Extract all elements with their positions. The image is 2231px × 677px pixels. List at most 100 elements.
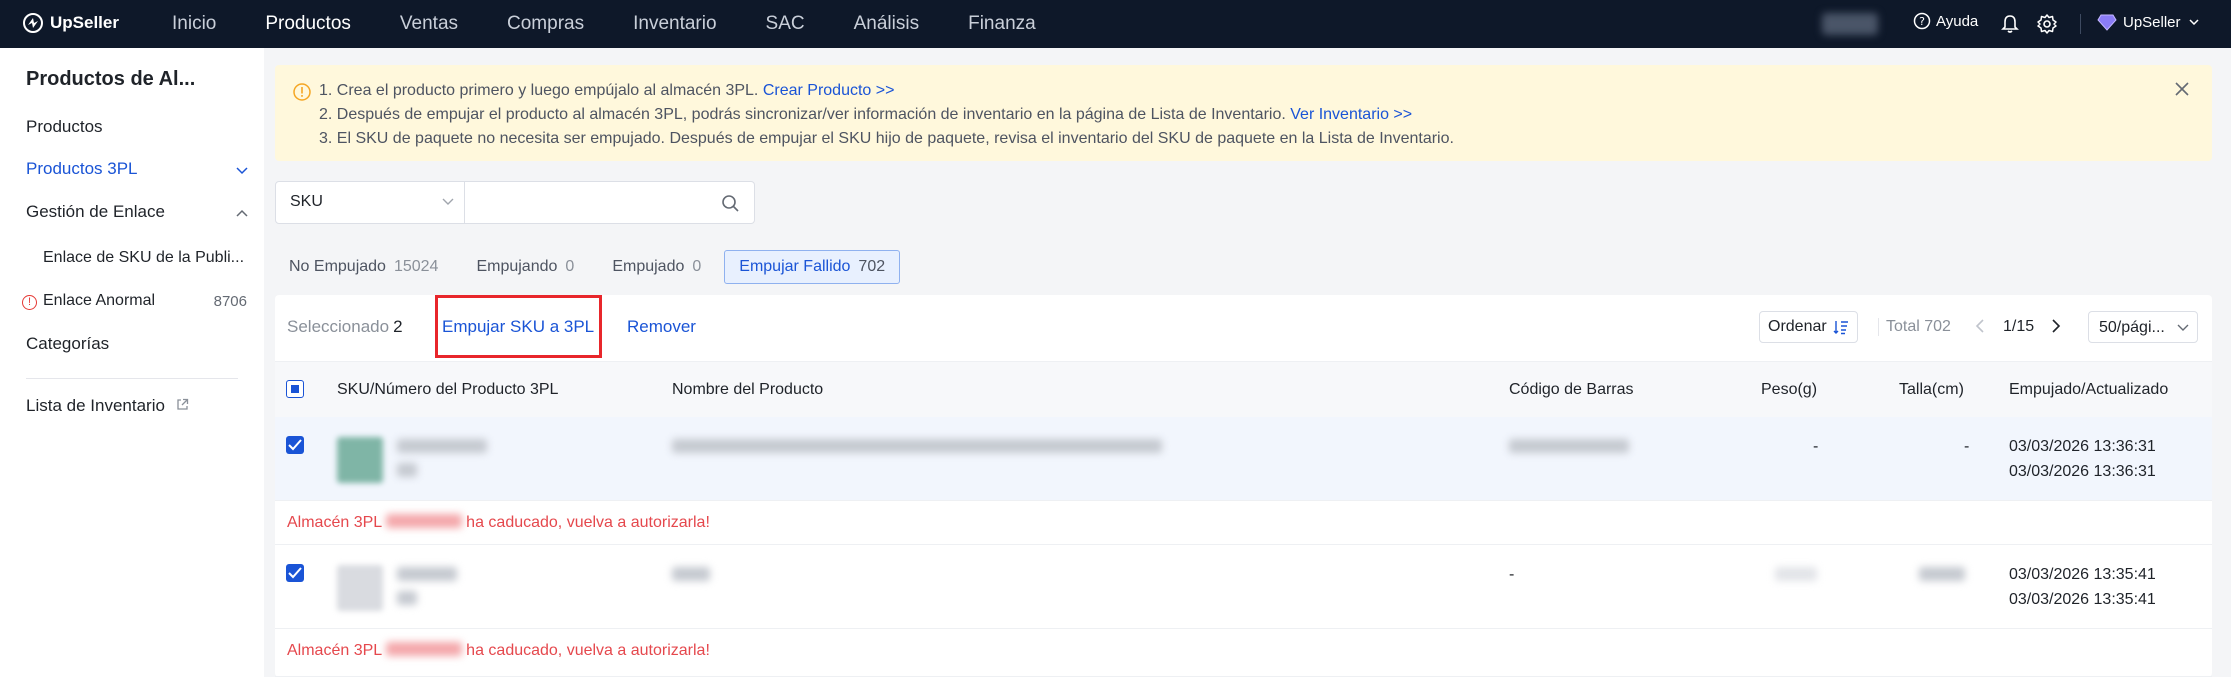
bell-icon[interactable] xyxy=(2000,13,2020,35)
search-input[interactable] xyxy=(477,182,707,222)
tab-label: No Empujado xyxy=(289,258,386,275)
help-icon: ? xyxy=(1913,12,1931,30)
user-menu[interactable]: UpSeller xyxy=(2097,13,2205,31)
gear-icon[interactable] xyxy=(2036,13,2058,35)
page-size-value: 50/pági... xyxy=(2099,319,2165,336)
chevron-left-icon[interactable] xyxy=(1975,319,1985,333)
nav-sac[interactable]: SAC xyxy=(766,13,805,35)
blurred-warehouse xyxy=(386,514,463,528)
chevron-right-icon[interactable] xyxy=(2051,319,2061,333)
help-link[interactable]: ? Ayuda xyxy=(1913,12,1978,30)
check-icon xyxy=(288,439,302,451)
table-row[interactable]: - - 03/03/2026 13:36:31 03/03/2026 13:36… xyxy=(275,417,2212,501)
search-bar: SKU xyxy=(275,181,755,224)
blurred-size xyxy=(1919,567,1965,581)
blurred-account[interactable] xyxy=(1822,13,1878,35)
sort-icon xyxy=(1833,321,1848,335)
sidebar-item-lista-inventario[interactable]: Lista de Inventario xyxy=(26,396,189,416)
crear-producto-link[interactable]: Crear Producto >> xyxy=(763,82,895,99)
selected-count: 2 xyxy=(393,317,403,336)
remove-button[interactable]: Remover xyxy=(627,317,696,337)
header-size: Talla(cm) xyxy=(1899,381,1964,398)
error-prefix: Almacén 3PL xyxy=(287,642,383,659)
page-size-select[interactable]: 50/pági... xyxy=(2088,311,2198,343)
header-sku: SKU/Número del Producto 3PL xyxy=(337,381,559,398)
updated-time: 03/03/2026 13:36:31 xyxy=(2009,463,2156,480)
row-checkbox[interactable] xyxy=(286,436,304,454)
chevron-down-icon[interactable] xyxy=(236,167,248,175)
error-suffix: ha caducado, vuelva a autorizarla! xyxy=(466,642,710,659)
check-icon xyxy=(288,567,302,579)
tab-no-empujado[interactable]: No Empujado 15024 xyxy=(275,250,453,284)
notice-line-2: 2. Después de empujar el producto al alm… xyxy=(319,106,1412,124)
product-thumbnail xyxy=(337,565,383,611)
search-icon[interactable] xyxy=(721,194,740,213)
tab-empujando[interactable]: Empujando 0 xyxy=(461,250,589,284)
status-tabs: No Empujado 15024 Empujando 0 Empujado 0 Em… xyxy=(275,250,908,284)
search-input-wrapper xyxy=(465,181,755,224)
sidebar-divider xyxy=(26,378,238,379)
close-icon[interactable] xyxy=(2174,81,2190,97)
tab-count: 0 xyxy=(565,258,575,275)
table-row[interactable]: - 03/03/2026 13:35:41 03/03/2026 13:35:4… xyxy=(275,545,2212,629)
blurred-sku-sub xyxy=(397,591,417,605)
upseller-logo-icon xyxy=(23,13,43,33)
topbar-divider xyxy=(2080,14,2081,34)
row-error-message: Almacén 3PL ha caducado, vuelva a autoriz… xyxy=(275,501,2212,545)
upseller-logo[interactable]: UpSeller xyxy=(22,12,119,34)
sidebar-item-productos-3pl[interactable]: Productos 3PL xyxy=(26,159,138,179)
search-field-select[interactable]: SKU xyxy=(275,181,465,224)
svg-text:?: ? xyxy=(1919,15,1925,28)
nav-inicio[interactable]: Inicio xyxy=(172,13,216,35)
row-error-message: Almacén 3PL ha caducado, vuelva a autoriz… xyxy=(275,629,2212,677)
error-prefix: Almacén 3PL xyxy=(287,514,383,531)
error-suffix: ha caducado, vuelva a autorizarla! xyxy=(466,514,710,531)
user-name: UpSeller xyxy=(2123,13,2181,31)
chevron-up-icon[interactable] xyxy=(236,209,248,217)
nav-compras[interactable]: Compras xyxy=(507,13,584,35)
blurred-product-name xyxy=(672,439,1162,453)
tab-label: Empujar Fallido xyxy=(739,258,851,275)
size-value: - xyxy=(1964,438,1970,455)
tab-count: 702 xyxy=(858,258,886,275)
sort-button[interactable]: Ordenar xyxy=(1759,311,1858,343)
selected-label: Seleccionado xyxy=(287,317,390,336)
barcode-value: - xyxy=(1509,566,1515,583)
sidebar-item-enlace-anormal[interactable]: ! Enlace Anormal xyxy=(22,292,155,310)
blurred-weight xyxy=(1775,567,1817,581)
blurred-sku-sub xyxy=(397,463,417,477)
nav-finanza[interactable]: Finanza xyxy=(968,13,1036,35)
sidebar-item-gestion-enlace[interactable]: Gestión de Enlace xyxy=(26,202,165,222)
chevron-down-icon xyxy=(2177,324,2189,331)
blurred-warehouse xyxy=(386,642,463,656)
sort-label: Ordenar xyxy=(1768,318,1827,335)
tab-empujar-fallido[interactable]: Empujar Fallido 702 xyxy=(724,250,901,284)
nav-analisis[interactable]: Análisis xyxy=(854,13,919,35)
warning-icon xyxy=(293,83,311,101)
tab-label: Empujando xyxy=(476,258,558,275)
nav-productos[interactable]: Productos xyxy=(265,13,351,35)
sidebar-item-categorias[interactable]: Categorías xyxy=(26,334,109,354)
push-sku-3pl-button[interactable]: Empujar SKU a 3PL xyxy=(442,317,594,337)
products-table-panel: Seleccionado 2 Empujar SKU a 3PL Remover … xyxy=(275,295,2212,677)
pushed-time: 03/03/2026 13:35:41 xyxy=(2009,566,2156,583)
pushed-time: 03/03/2026 13:36:31 xyxy=(2009,438,2156,455)
row-checkbox[interactable] xyxy=(286,564,304,582)
nav-ventas[interactable]: Ventas xyxy=(400,13,458,35)
ver-inventario-link[interactable]: Ver Inventario >> xyxy=(1290,106,1412,123)
updated-time: 03/03/2026 13:35:41 xyxy=(2009,591,2156,608)
nav-inventario[interactable]: Inventario xyxy=(633,13,716,35)
sidebar-item-productos[interactable]: Productos xyxy=(26,117,103,137)
main-nav: Inicio Productos Ventas Compras Inventar… xyxy=(172,0,1085,48)
notice-text: 2. Después de empujar el producto al alm… xyxy=(319,106,1286,123)
select-all-checkbox[interactable] xyxy=(286,380,304,398)
header-weight: Peso(g) xyxy=(1761,381,1818,398)
table-toolbar: Seleccionado 2 Empujar SKU a 3PL Remover … xyxy=(275,295,2212,453)
error-text: Almacén 3PL ha caducado, vuelva a autoriz… xyxy=(287,514,710,532)
sidebar-item-enlace-sku[interactable]: Enlace de SKU de la Publi... xyxy=(43,249,244,267)
notice-line-3: 3. El SKU de paquete no necesita ser emp… xyxy=(319,130,1454,147)
sidebar-item-label: Lista de Inventario xyxy=(26,396,165,415)
tab-empujado[interactable]: Empujado 0 xyxy=(597,250,716,284)
tab-count: 15024 xyxy=(393,258,439,275)
selected-indicator: Seleccionado 2 xyxy=(287,317,403,337)
